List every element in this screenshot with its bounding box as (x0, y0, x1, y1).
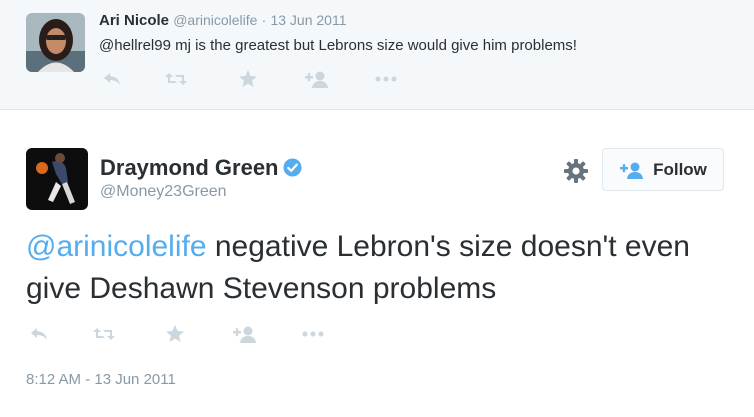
verified-badge-icon (282, 158, 302, 177)
mention-link[interactable]: @arinicolelife (26, 230, 207, 263)
reply-author-name[interactable]: Ari Nicole (99, 12, 169, 29)
main-avatar[interactable] (26, 148, 88, 210)
favorite-icon[interactable] (235, 67, 261, 91)
follow-user-icon (620, 162, 644, 179)
reply-tweet: Ari Nicole @arinicolelife · 13 Jun 2011 … (0, 0, 754, 110)
reply-avatar[interactable] (26, 13, 85, 72)
retweet-icon[interactable] (91, 322, 117, 346)
favorite-icon[interactable] (162, 322, 188, 346)
reply-author-handle[interactable]: @arinicolelife (173, 12, 257, 28)
follow-button-label: Follow (653, 159, 707, 179)
follow-icon[interactable] (232, 322, 258, 346)
reply-date[interactable]: 13 Jun 2011 (270, 12, 346, 28)
more-icon[interactable] (373, 67, 399, 91)
follow-button[interactable]: Follow (602, 148, 724, 191)
tweet-timestamp[interactable]: 8:12 AM - 13 Jun 2011 (26, 371, 176, 388)
gear-icon[interactable] (563, 158, 589, 184)
main-tweet-text: @arinicolelife negative Lebron's size do… (26, 226, 736, 310)
reply-icon[interactable] (26, 322, 52, 346)
main-author-name-text[interactable]: Draymond Green (100, 155, 279, 180)
reply-icon[interactable] (99, 67, 125, 91)
follow-icon[interactable] (304, 67, 330, 91)
main-author-handle[interactable]: @Money23Green (100, 183, 227, 201)
retweet-icon[interactable] (163, 67, 189, 91)
reply-text: @hellrel99 mj is the greatest but Lebron… (99, 37, 577, 54)
main-author-name[interactable]: Draymond Green (100, 155, 302, 181)
reply-header: Ari Nicole @arinicolelife · 13 Jun 2011 (99, 12, 347, 29)
more-icon[interactable] (300, 322, 326, 346)
reply-separator: · (261, 12, 267, 28)
